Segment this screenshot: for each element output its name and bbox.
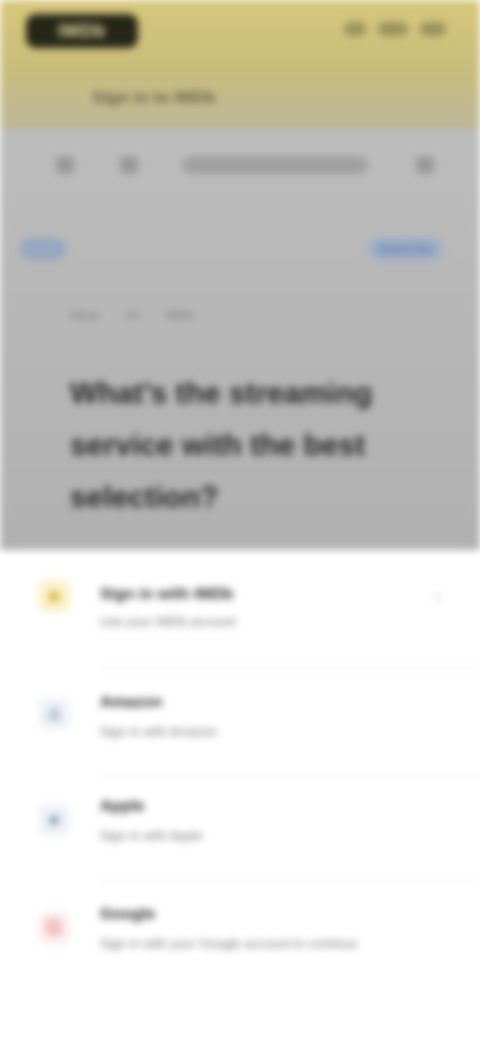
sheet-item-subtitle: Sign in with Amazon [100,724,218,739]
meta-category[interactable]: News [70,308,100,322]
article-page: Subscribe News 2h IMDb What’s the stream… [0,130,480,550]
chevron-right-icon: › [434,588,440,605]
meta-source: IMDb [165,308,195,322]
sheet-item-imdb[interactable]: ★ Sign in with IMDb Use your IMDb accoun… [0,570,480,670]
sheet-item-title: Apple [100,798,145,815]
divider [100,668,480,669]
divider [100,882,480,883]
breadcrumb[interactable]: Sign in to IMDb [92,88,216,108]
sheet-item-title: Google [100,906,156,923]
more-icon[interactable] [416,156,434,174]
top-actions [344,22,446,36]
article-headline[interactable]: What’s the streaming service with the be… [70,368,400,524]
sheet-item-subtitle: Sign in with your Google account to cont… [100,936,358,951]
menu-icon[interactable] [344,22,366,36]
apple-icon: ● [38,804,70,836]
divider [100,776,480,777]
imdb-logo[interactable]: IMDb [26,14,138,48]
article-search-field[interactable] [182,156,368,174]
profile-icon[interactable] [378,22,408,36]
sheet-item-amazon[interactable]: a Amazon Sign in with Amazon [0,676,480,777]
screen: IMDb Sign in to IMDb Subscribe News 2h I… [0,0,480,1040]
sheet-item-title: Amazon [100,694,163,711]
subscribe-button[interactable]: Subscribe [368,238,442,260]
sheet-item-google[interactable]: G Google Sign in with your Google accoun… [0,890,480,990]
sheet-item-subtitle: Sign in with Apple [100,828,203,843]
share-icon[interactable] [120,156,138,174]
sign-in-sheet: ★ Sign in with IMDb Use your IMDb accoun… [0,550,480,1040]
amazon-icon: a [38,698,70,730]
article-toolbar [0,150,480,182]
sheet-item-title: Sign in with IMDb [100,586,234,603]
article-meta: News 2h IMDb [70,308,194,322]
google-icon: G [38,912,70,944]
meta-time: 2h [126,308,140,322]
sheet-item-subtitle: Use your IMDb account [100,614,236,629]
imdb-icon: ★ [38,580,70,612]
top-brand-bar: IMDb Sign in to IMDb [0,0,480,130]
search-icon[interactable] [420,22,446,36]
back-icon[interactable] [56,156,74,174]
sheet-item-apple[interactable]: ● Apple Sign in with Apple [0,782,480,883]
filter-chip[interactable] [20,238,66,260]
